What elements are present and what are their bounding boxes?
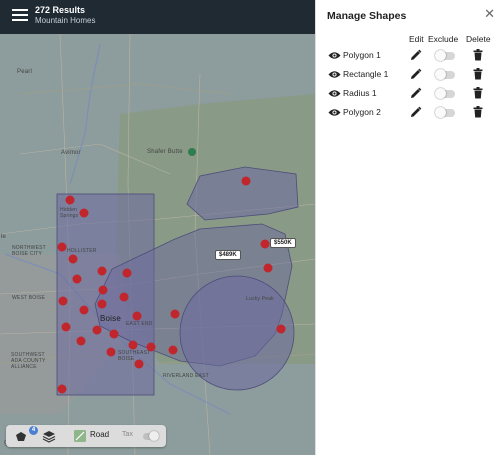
menu-icon[interactable] — [12, 9, 28, 23]
map[interactable]: Pearl Avimor Shafer Butte Hidden Springs… — [0, 34, 315, 455]
delete-trash-icon[interactable] — [473, 49, 483, 61]
column-header-edit: Edit — [409, 34, 424, 44]
map-label-hollister: HOLLISTER — [67, 248, 97, 254]
map-label-avimor: Avimor — [61, 150, 81, 156]
map-controls-bar: 4 Road Tax — [6, 425, 166, 447]
edit-pencil-icon[interactable] — [410, 68, 422, 80]
tax-label: Tax — [122, 431, 133, 438]
exclude-toggle-knob — [435, 69, 446, 80]
exclude-toggle[interactable] — [435, 88, 455, 99]
map-canvas — [0, 34, 315, 455]
edit-pencil-icon[interactable] — [410, 49, 422, 61]
road-label[interactable]: Road — [90, 430, 109, 439]
close-icon[interactable]: ✕ — [484, 7, 495, 20]
panel-title: Manage Shapes — [327, 10, 407, 22]
results-count: 272 Results — [35, 5, 86, 15]
shapes-icon[interactable]: 4 — [14, 426, 38, 443]
visibility-eye-icon[interactable] — [328, 107, 341, 118]
price-tag-489k[interactable]: $489K — [215, 250, 241, 260]
column-header-exclude: Exclude — [428, 34, 459, 44]
tax-toggle[interactable] — [143, 431, 159, 441]
exclude-toggle-knob — [435, 88, 446, 99]
exclude-toggle[interactable] — [435, 50, 455, 61]
results-location: Mountain Homes — [35, 16, 96, 25]
map-label-east-end: EAST END — [126, 321, 153, 327]
shape-row-rectangle-1: Rectangle 1 — [316, 66, 503, 84]
map-label-lucky-peak: Lucky Peak — [246, 296, 274, 302]
price-tag-550k[interactable]: $550K — [270, 238, 296, 248]
shapes-count-badge: 4 — [29, 426, 38, 435]
map-label-southwest-ada: SOUTHWEST ADA COUNTY ALLIANCE — [11, 352, 46, 370]
delete-trash-icon[interactable] — [473, 106, 483, 118]
exclude-toggle[interactable] — [435, 107, 455, 118]
shape-row-polygon-2: Polygon 2 — [316, 104, 503, 122]
shape-name: Radius 1 — [343, 88, 377, 98]
edit-pencil-icon[interactable] — [410, 87, 422, 99]
map-label-riverland-east: RIVERLAND EAST — [163, 373, 209, 379]
manage-shapes-panel: Manage Shapes ✕ Edit Exclude Delete Poly… — [315, 0, 503, 455]
road-map-icon[interactable] — [74, 429, 88, 443]
map-label-west-boise: WEST BOISE — [12, 295, 46, 301]
shape-name: Rectangle 1 — [343, 69, 389, 79]
delete-trash-icon[interactable] — [473, 68, 483, 80]
visibility-eye-icon[interactable] — [328, 50, 341, 61]
map-label-hidden-springs: Hidden Springs — [60, 207, 79, 219]
delete-trash-icon[interactable] — [473, 87, 483, 99]
map-label-shafer-butte: Shafer Butte — [147, 149, 183, 155]
exclude-toggle-knob — [435, 107, 446, 118]
shape-row-radius-1: Radius 1 — [316, 85, 503, 103]
exclude-toggle-knob — [435, 50, 446, 61]
visibility-eye-icon[interactable] — [328, 88, 341, 99]
layers-icon[interactable] — [42, 429, 56, 443]
tax-toggle-knob — [149, 431, 159, 441]
visibility-eye-icon[interactable] — [328, 69, 341, 80]
shape-row-polygon-1: Polygon 1 — [316, 47, 503, 65]
map-label-boise: Boise — [100, 314, 122, 323]
map-label-southeast-boise: SOUTHEAST BOISE — [118, 350, 151, 362]
map-label-pearl: Pearl — [17, 69, 33, 75]
map-label-northwest-boise: NORTHWEST BOISE CITY — [12, 245, 46, 257]
column-header-delete: Delete — [466, 34, 491, 44]
shape-name: Polygon 1 — [343, 50, 381, 60]
results-header: 272 Results Mountain Homes — [0, 0, 315, 34]
shape-name: Polygon 2 — [343, 107, 381, 117]
map-label-le: le — [1, 234, 7, 240]
edit-pencil-icon[interactable] — [410, 106, 422, 118]
exclude-toggle[interactable] — [435, 69, 455, 80]
